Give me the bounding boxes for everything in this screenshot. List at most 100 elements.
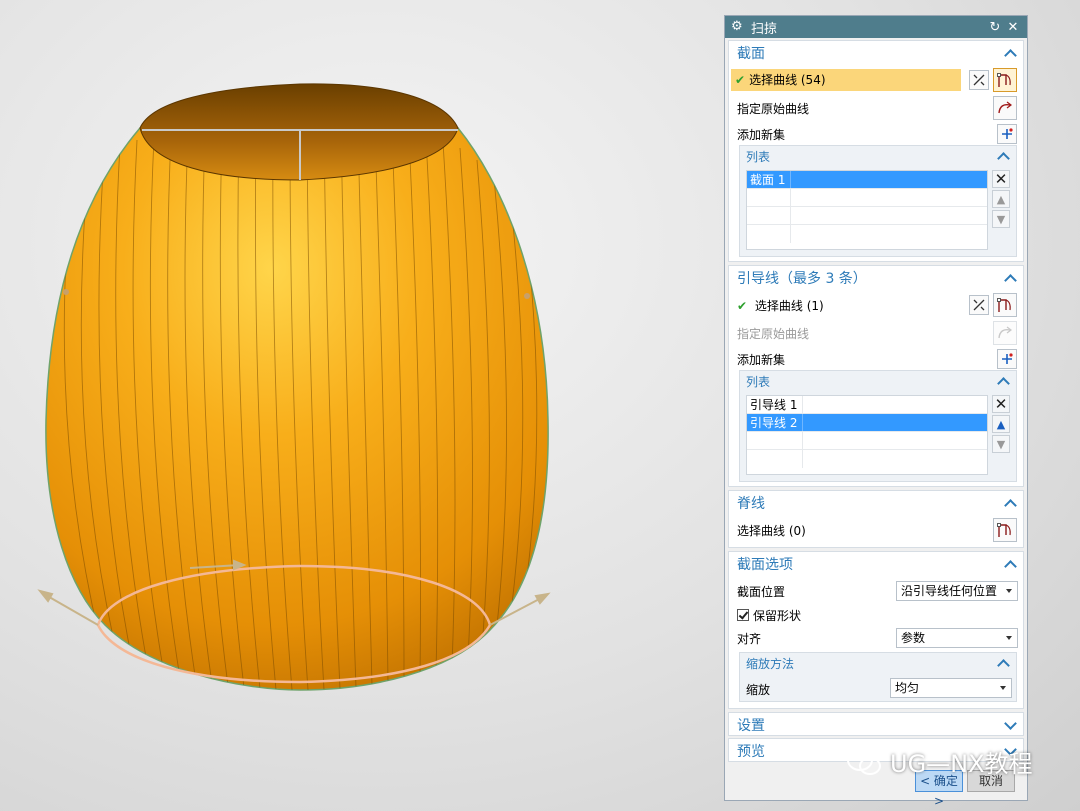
scaling-header-label: 缩放方法 — [746, 656, 795, 671]
chevron-up-icon[interactable] — [996, 149, 1010, 163]
section-specify-origin-label: 指定原始曲线 — [737, 101, 810, 116]
close-icon[interactable]: ✕ — [1005, 20, 1021, 35]
sweep-dialog: ⚙ 扫掠 ↻ ✕ 截面 ✔ 选择曲线 (54) 指定原始曲线 添加新集 列表 截… — [724, 15, 1028, 808]
list-item[interactable]: 引导线 1 — [747, 396, 987, 414]
chevron-up-icon[interactable] — [1003, 271, 1017, 285]
curve-rule-button[interactable] — [969, 70, 989, 90]
specify-origin-curve-button[interactable] — [993, 321, 1017, 345]
watermark: UG—NX教程 — [846, 744, 1033, 779]
section-select-curve-label: 选择曲线 (54) — [749, 73, 826, 87]
section-add-new-set-label: 添加新集 — [737, 127, 786, 142]
check-icon: ✔ — [735, 73, 746, 87]
graphics-viewport[interactable] — [0, 0, 720, 811]
guide-select-curve: ✔ 选择曲线 (1) — [737, 297, 965, 314]
section-position-select[interactable]: 沿引导线任何位置 — [896, 581, 1018, 601]
list-item-empty — [747, 207, 987, 225]
section-options-group: 截面选项 截面位置 沿引导线任何位置 保留形状 对齐 参数 缩放方法 缩放 均匀 — [728, 551, 1024, 709]
align-value: 参数 — [901, 631, 926, 645]
chevron-up-icon[interactable] — [1003, 496, 1017, 510]
dialog-titlebar: ⚙ 扫掠 ↻ ✕ — [725, 16, 1027, 38]
spine-select-curve-row[interactable]: 选择曲线 (0) — [737, 518, 1017, 542]
guide-select-curve-row[interactable]: ✔ 选择曲线 (1) — [737, 293, 1017, 317]
guide-add-new-set-label: 添加新集 — [737, 352, 786, 367]
sweep-body — [45, 127, 549, 691]
guide-header-label: 引导线（最多 3 条） — [737, 271, 867, 287]
guide-list-header-label: 列表 — [746, 374, 771, 389]
section-list-header-label: 列表 — [746, 149, 771, 164]
section-curve-button[interactable] — [993, 68, 1017, 92]
reset-icon[interactable]: ↻ — [987, 20, 1003, 35]
curve-rule-button[interactable] — [969, 295, 989, 315]
section-list-header[interactable]: 列表 — [740, 146, 1016, 166]
remove-button[interactable]: ✕ — [992, 395, 1010, 413]
curve-rule-icon — [973, 74, 985, 86]
move-up-button[interactable]: ▲ — [992, 415, 1010, 433]
section-select-curve-row[interactable]: ✔ 选择曲线 (54) — [731, 68, 1017, 92]
add-new-set-button[interactable] — [997, 349, 1017, 369]
dropdown-arrow-icon — [1006, 589, 1012, 593]
guide-specify-origin-label: 指定原始曲线 — [737, 326, 810, 341]
scaling-label: 缩放 — [746, 683, 771, 697]
sweep-model — [37, 83, 551, 691]
specify-origin-curve-button[interactable] — [993, 96, 1017, 120]
section-options-header[interactable]: 截面选项 — [729, 552, 1023, 576]
guide-list-box: 列表 引导线 1 引导线 2 ✕ ▲ ▼ — [739, 370, 1017, 482]
watermark-text: UG—NX教程 — [890, 750, 1033, 778]
settings-group: 设置 — [728, 712, 1024, 736]
section-header-label: 截面 — [737, 46, 765, 62]
move-down-button[interactable]: ▼ — [992, 210, 1010, 228]
spine-select-curve-label: 选择曲线 (0) — [737, 523, 806, 538]
chevron-down-icon[interactable] — [1003, 718, 1017, 732]
guide-list-actions: ✕ ▲ ▼ — [992, 395, 1010, 455]
section-group-header[interactable]: 截面 — [729, 41, 1023, 65]
preserve-shape-label: 保留形状 — [753, 608, 802, 623]
list-item-empty — [747, 225, 987, 243]
list-item-label: 引导线 2 — [747, 414, 803, 431]
remove-button[interactable]: ✕ — [992, 170, 1010, 188]
section-add-new-set-row: 添加新集 — [737, 123, 1017, 145]
section-curve-icon — [997, 298, 1011, 312]
move-up-button[interactable]: ▲ — [992, 190, 1010, 208]
list-item[interactable]: 截面 1 — [747, 171, 987, 189]
list-item-label: 引导线 1 — [747, 396, 803, 413]
dialog-title: 扫掠 — [751, 21, 778, 37]
preserve-shape-checkbox[interactable] — [737, 609, 749, 621]
section-options-header-label: 截面选项 — [737, 557, 793, 573]
list-item-empty — [747, 432, 987, 450]
section-list-table: 截面 1 — [746, 170, 988, 250]
scaling-subgroup: 缩放方法 缩放 均匀 — [739, 652, 1017, 702]
chevron-up-icon[interactable] — [1003, 557, 1017, 571]
guide-select-curve-label: 选择曲线 (1) — [754, 298, 824, 313]
guide-list-table: 引导线 1 引导线 2 — [746, 395, 988, 475]
chevron-up-icon[interactable] — [996, 374, 1010, 388]
settings-header[interactable]: 设置 — [729, 713, 1023, 737]
scaling-select[interactable]: 均匀 — [890, 678, 1012, 698]
move-down-button[interactable]: ▼ — [992, 435, 1010, 453]
section-list-actions: ✕ ▲ ▼ — [992, 170, 1010, 230]
section-select-curve: ✔ 选择曲线 (54) — [731, 69, 961, 91]
add-new-set-button[interactable] — [997, 124, 1017, 144]
guide-add-new-set-row: 添加新集 — [737, 348, 1017, 370]
align-select[interactable]: 参数 — [896, 628, 1018, 648]
gear-icon[interactable]: ⚙ — [731, 20, 745, 34]
spine-header-label: 脊线 — [737, 496, 765, 512]
section-specify-origin-row: 指定原始曲线 — [737, 96, 1017, 120]
list-item-label: 截面 1 — [747, 171, 791, 188]
add-set-icon — [1002, 353, 1013, 364]
spine-group-header[interactable]: 脊线 — [729, 491, 1023, 515]
preserve-shape-row[interactable]: 保留形状 — [737, 604, 1017, 626]
guide-curve-button[interactable] — [993, 293, 1017, 317]
list-item-empty — [747, 189, 987, 207]
guide-group-header[interactable]: 引导线（最多 3 条） — [729, 266, 1023, 290]
chevron-up-icon[interactable] — [1003, 46, 1017, 60]
spine-curve-button[interactable] — [993, 518, 1017, 542]
list-item[interactable]: 引导线 2 — [747, 414, 987, 432]
scaling-header[interactable]: 缩放方法 — [740, 653, 1016, 673]
guide-specify-origin-row: 指定原始曲线 — [737, 321, 1017, 345]
chevron-up-icon[interactable] — [996, 656, 1010, 670]
section-list-box: 列表 截面 1 ✕ ▲ ▼ — [739, 145, 1017, 257]
list-item-empty — [747, 450, 987, 468]
guide-list-header[interactable]: 列表 — [740, 371, 1016, 391]
wechat-icon — [847, 748, 881, 775]
dropdown-arrow-icon — [1006, 636, 1012, 640]
